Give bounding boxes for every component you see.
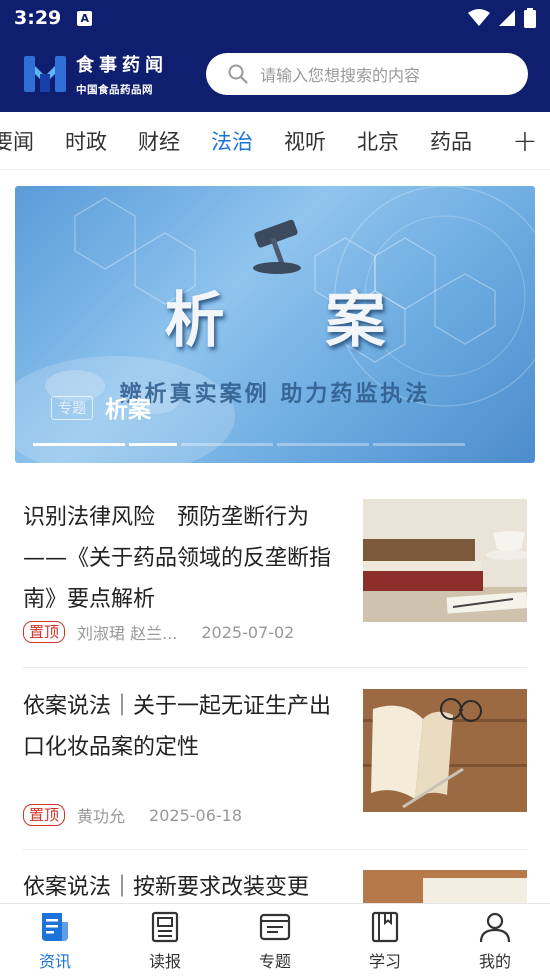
signal-icon xyxy=(499,10,515,26)
nav-topic[interactable]: 专题 xyxy=(220,904,330,979)
add-tab-button[interactable]: + xyxy=(500,112,550,169)
category-tabs: 要闻 时政 财经 法治 视听 北京 药品 + xyxy=(0,112,550,170)
news-title: 依案说法｜关于一起无证生产出口化妆品案的定性 xyxy=(23,694,332,760)
nav-label: 学习 xyxy=(368,952,401,971)
tab-fazhi[interactable]: 法治 xyxy=(211,126,253,156)
banner-tag: 专题 xyxy=(51,396,93,420)
tab-yaowen[interactable]: 要闻 xyxy=(0,126,34,156)
search-icon xyxy=(228,64,248,84)
news-title: 依案说法｜按新要求改装变更 xyxy=(23,875,310,900)
news-item[interactable]: 依案说法｜关于一起无证生产出口化妆品案的定性 置顶 黄功允 2025-06-18 xyxy=(23,668,527,850)
nav-label: 我的 xyxy=(478,952,511,971)
carousel-dot[interactable] xyxy=(373,443,465,446)
nav-study[interactable]: 学习 xyxy=(330,904,440,979)
banner-image-subtitle: 辨析真实案例 助力药监执法 xyxy=(119,381,431,407)
banner-image-title: 析 案 xyxy=(164,286,426,356)
carousel-dot[interactable] xyxy=(129,443,177,446)
tab-beijing[interactable]: 北京 xyxy=(357,126,399,156)
nav-profile[interactable]: 我的 xyxy=(440,904,550,979)
banner-caption: 析案 xyxy=(105,397,151,423)
search-placeholder: 请输入您想搜索的内容 xyxy=(260,66,421,85)
search-input[interactable]: 请输入您想搜索的内容 xyxy=(206,53,528,95)
news-author: 黄功允 xyxy=(77,807,126,826)
nav-label: 专题 xyxy=(258,952,291,971)
pinned-badge: 置顶 xyxy=(23,804,66,826)
news-item[interactable]: 识别法律风险 预防垄断行为——《关于药品领域的反垄断指南》要点解析 置顶 刘淑珺… xyxy=(23,495,527,668)
status-bar: 3:29 A xyxy=(0,0,550,36)
carousel-indicator xyxy=(33,443,465,446)
news-item[interactable]: 依案说法｜按新要求改装变更 xyxy=(23,850,527,910)
news-date: 2025-07-02 xyxy=(201,622,295,642)
carousel-dot[interactable] xyxy=(277,443,369,446)
app-header: 食事药闻 中国食品药品网 请输入您想搜索的内容 xyxy=(0,36,550,112)
logo[interactable]: 食事药闻 中国食品药品网 xyxy=(22,51,168,97)
logo-subtitle: 中国食品药品网 xyxy=(76,84,153,96)
notification-a-icon: A xyxy=(77,10,93,26)
logo-mark-icon xyxy=(24,56,66,92)
news-thumbnail xyxy=(363,689,527,812)
newspaper-icon xyxy=(151,911,179,943)
tab-shizheng[interactable]: 时政 xyxy=(65,126,107,156)
wifi-icon xyxy=(468,9,490,26)
news-icon xyxy=(42,913,68,941)
tab-shiting[interactable]: 视听 xyxy=(284,126,326,156)
carousel-dot[interactable] xyxy=(181,443,273,446)
tab-yaopin[interactable]: 药品 xyxy=(430,126,472,156)
tab-caijing[interactable]: 财经 xyxy=(138,126,180,156)
nav-newspaper[interactable]: 读报 xyxy=(110,904,220,979)
battery-icon xyxy=(524,8,536,28)
news-date: 2025-06-18 xyxy=(149,805,243,825)
nav-label: 资讯 xyxy=(38,952,71,971)
logo-title: 食事药闻 xyxy=(76,55,168,76)
gavel-icon xyxy=(253,219,301,274)
carousel-dot[interactable] xyxy=(33,443,125,446)
status-time: 3:29 xyxy=(14,7,62,29)
news-author: 刘淑珺 赵兰... xyxy=(77,624,178,643)
topic-icon xyxy=(259,913,291,941)
pinned-badge: 置顶 xyxy=(23,621,66,643)
study-book-icon xyxy=(371,911,399,943)
bottom-nav: 资讯 读报 专题 学习 我的 xyxy=(0,903,550,979)
profile-icon xyxy=(479,912,511,943)
nav-label: 读报 xyxy=(148,952,181,971)
banner-carousel[interactable]: 析 案 辨析真实案例 助力药监执法 专题 析案 xyxy=(15,186,535,463)
news-thumbnail xyxy=(363,499,527,622)
news-title: 识别法律风险 预防垄断行为——《关于药品领域的反垄断指南》要点解析 xyxy=(23,505,332,612)
nav-news[interactable]: 资讯 xyxy=(0,904,110,979)
